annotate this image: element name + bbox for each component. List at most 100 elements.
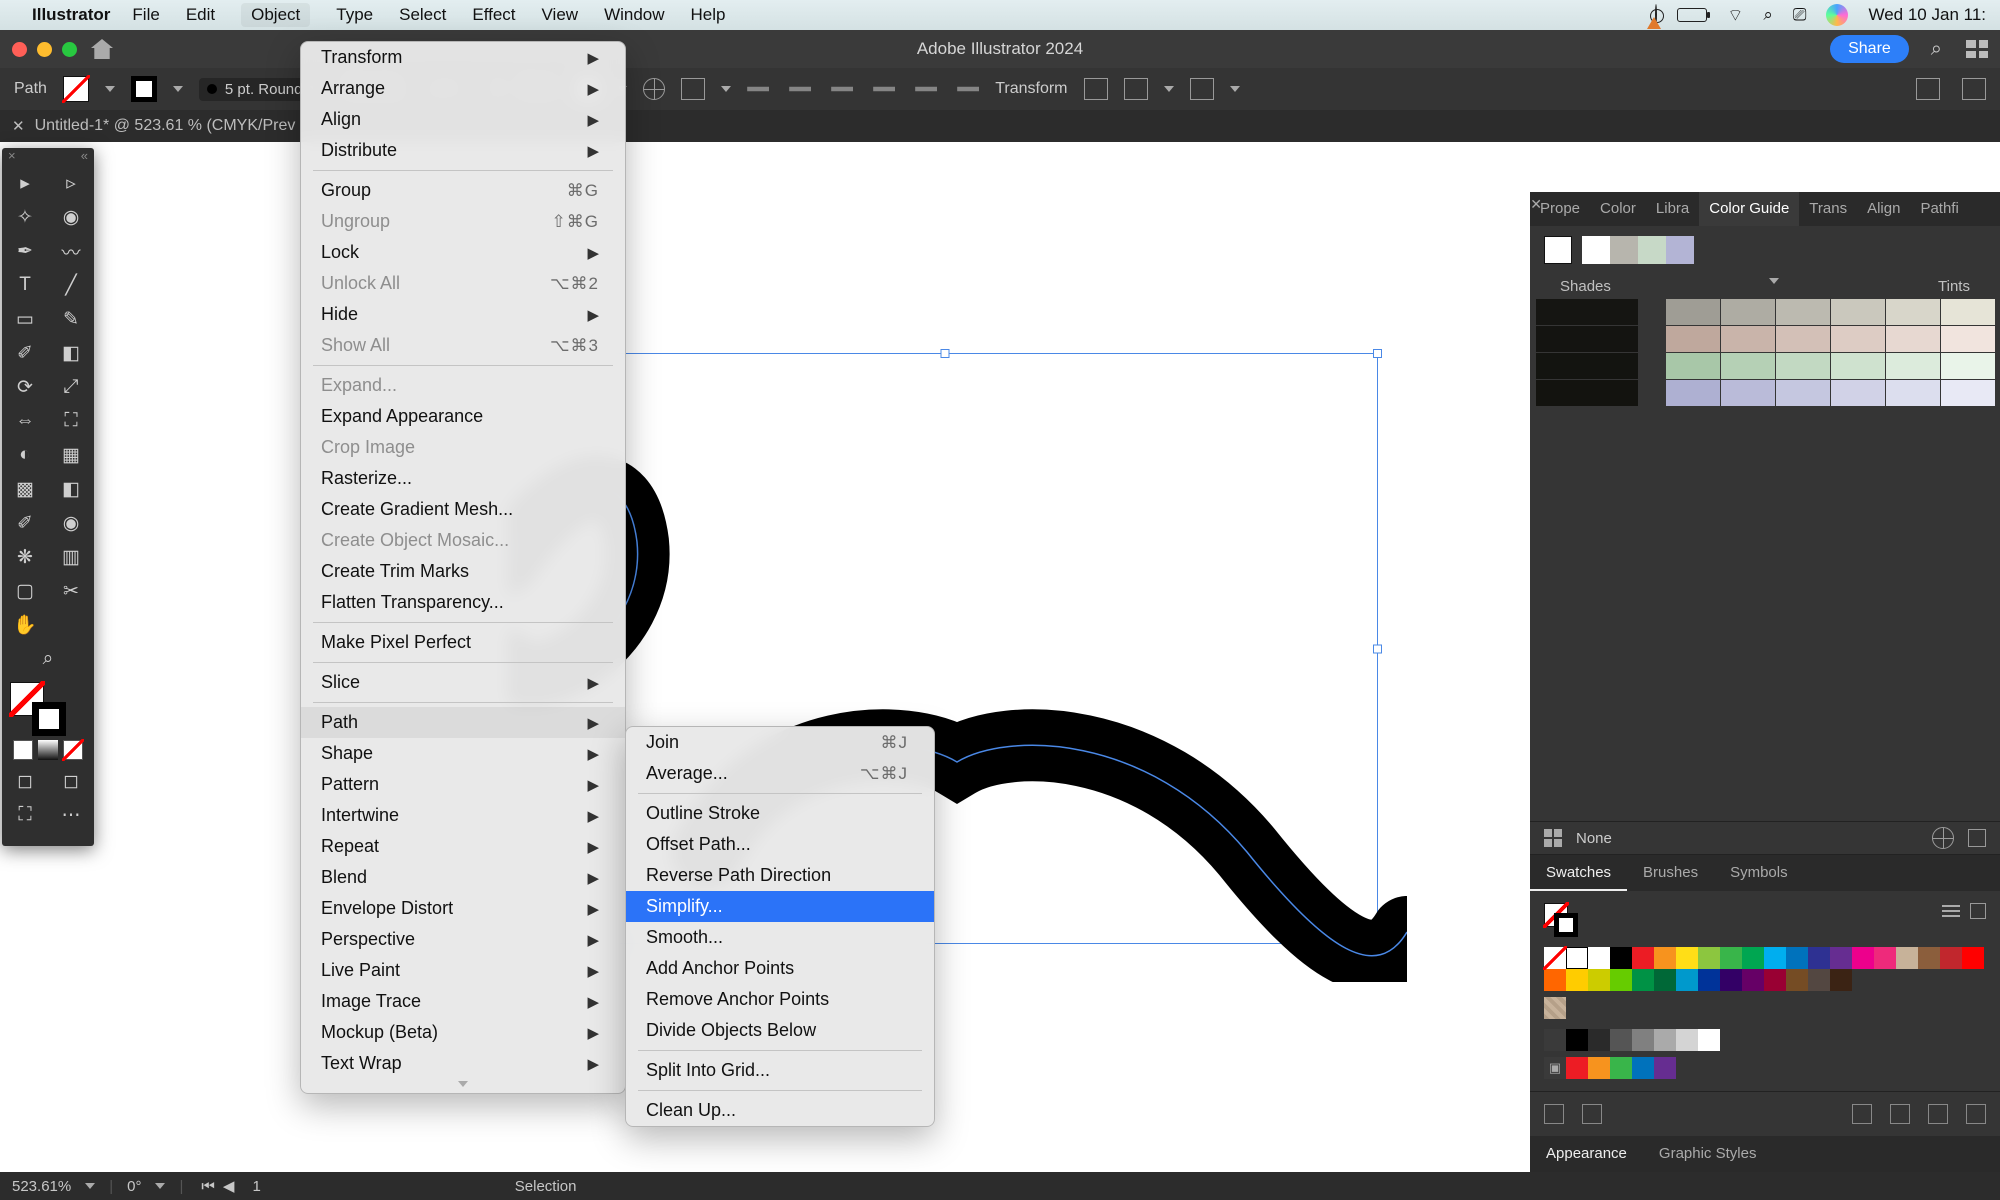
hand-tool[interactable]: ✋ [2, 608, 48, 642]
titlebar-search-icon[interactable]: ⌕ [1931, 38, 1942, 61]
menu-item[interactable]: Create Trim Marks [301, 556, 625, 587]
color-swatch[interactable] [1830, 969, 1852, 991]
panel-close-icon[interactable]: ✕ [1530, 196, 1542, 213]
color-swatch[interactable] [1632, 969, 1654, 991]
color-swatch[interactable] [1698, 969, 1720, 991]
perspective-grid-tool[interactable]: ▦ [48, 438, 94, 472]
menu-item[interactable]: Pattern▶ [301, 769, 625, 800]
tint-swatch[interactable] [1721, 380, 1775, 406]
type-tool[interactable]: T [2, 268, 48, 302]
window-close-button[interactable] [12, 42, 27, 57]
zoom-dropdown-icon[interactable] [85, 1183, 95, 1189]
menubar-file[interactable]: File [132, 5, 159, 25]
line-tool[interactable]: ╱ [48, 268, 94, 302]
harmony-swatch[interactable] [1610, 236, 1638, 264]
color-swatch[interactable] [1632, 1057, 1654, 1079]
tint-swatch[interactable] [1886, 299, 1940, 325]
harmony-swatch[interactable] [1582, 236, 1610, 264]
menu-item[interactable]: Path▶ [301, 707, 625, 738]
align-top-icon[interactable] [873, 78, 895, 100]
screen-mode-icon[interactable]: ⛶ [2, 798, 48, 832]
rotate-tool[interactable]: ⟳ [2, 370, 48, 404]
gray-swatch[interactable] [1566, 1029, 1588, 1051]
menu-item[interactable]: Create Gradient Mesh... [301, 494, 625, 525]
lasso-tool[interactable]: ◉ [48, 200, 94, 234]
tint-swatch[interactable] [1886, 326, 1940, 352]
isolate-icon[interactable] [1124, 78, 1148, 100]
menu-item[interactable]: Lock▶ [301, 237, 625, 268]
menu-item[interactable]: Slice▶ [301, 667, 625, 698]
shade-swatch[interactable] [1536, 380, 1638, 406]
new-swatch-icon[interactable] [1928, 1104, 1948, 1124]
width-tool[interactable]: ⇔ [2, 404, 48, 438]
menubar-type[interactable]: Type [336, 5, 373, 25]
menubar-effect[interactable]: Effect [472, 5, 515, 25]
menu-item[interactable]: Align▶ [301, 104, 625, 135]
submenu-item[interactable]: Join⌘J [626, 727, 934, 758]
siri-icon[interactable] [1826, 4, 1848, 26]
menu-item[interactable]: Intertwine▶ [301, 800, 625, 831]
submenu-item[interactable]: Average...⌥⌘J [626, 758, 934, 789]
essentials-icon[interactable] [1916, 78, 1940, 100]
tint-swatch[interactable] [1941, 353, 1995, 379]
fill-stroke-swatches[interactable] [2, 676, 94, 736]
paintbrush-tool[interactable]: ✎ [48, 302, 94, 336]
folder-icon[interactable] [1544, 1029, 1566, 1051]
tint-swatch[interactable] [1886, 380, 1940, 406]
color-swatch[interactable] [1676, 969, 1698, 991]
color-swatch[interactable] [1698, 947, 1720, 969]
tint-swatch[interactable] [1941, 299, 1995, 325]
submenu-item[interactable]: Outline Stroke [626, 798, 934, 829]
tint-swatch[interactable] [1831, 380, 1885, 406]
align-panel-dropdown-icon[interactable] [721, 86, 731, 92]
color-swatch[interactable] [1830, 947, 1852, 969]
document-tab-label[interactable]: Untitled-1* @ 523.61 % (CMYK/Prev [35, 117, 296, 135]
menu-item[interactable]: Hide▶ [301, 299, 625, 330]
swatch-kind-icon[interactable] [1582, 1104, 1602, 1124]
color-swatch[interactable] [1764, 969, 1786, 991]
artboard-tool[interactable]: ▢ [2, 574, 48, 608]
color-swatch[interactable] [1654, 969, 1676, 991]
spotlight-search-icon[interactable]: ⌕ [1763, 5, 1773, 25]
menu-item[interactable]: Repeat▶ [301, 831, 625, 862]
color-swatch[interactable] [1742, 969, 1764, 991]
harmony-swatch[interactable] [1666, 236, 1694, 264]
color-swatch[interactable] [1720, 947, 1742, 969]
panel-tab[interactable]: Color [1590, 192, 1646, 226]
color-swatch[interactable] [1918, 947, 1940, 969]
tint-swatch[interactable] [1666, 326, 1720, 352]
tint-swatch[interactable] [1831, 353, 1885, 379]
menu-item[interactable]: Blend▶ [301, 862, 625, 893]
color-swatch[interactable] [1654, 947, 1676, 969]
tint-swatch[interactable] [1666, 299, 1720, 325]
tint-swatch[interactable] [1721, 353, 1775, 379]
transform-panel-label[interactable]: Transform [995, 80, 1067, 98]
registration-swatch[interactable] [1566, 947, 1588, 969]
menubar-datetime[interactable]: Wed 10 Jan 11: [1868, 5, 1986, 25]
edit-toolbar-icon[interactable]: ⋯ [48, 798, 94, 832]
submenu-item[interactable]: Split Into Grid... [626, 1055, 934, 1086]
swatch-options-btn[interactable] [1852, 1104, 1872, 1124]
slice-tool[interactable]: ✂ [48, 574, 94, 608]
color-mode-icon[interactable] [13, 740, 33, 760]
gray-swatch[interactable] [1698, 1029, 1720, 1051]
draw-behind-icon[interactable]: ◻ [48, 764, 94, 798]
color-swatch[interactable] [1566, 969, 1588, 991]
menu-item[interactable]: Make Pixel Perfect [301, 627, 625, 658]
menu-item[interactable]: Flatten Transparency... [301, 587, 625, 618]
zoom-tool[interactable]: ⌕ [2, 642, 94, 676]
delete-swatch-icon[interactable] [1966, 1104, 1986, 1124]
artboard-number[interactable]: 1 [252, 1178, 260, 1195]
tint-swatch[interactable] [1941, 380, 1995, 406]
menubar-app-name[interactable]: Illustrator [32, 5, 110, 25]
color-swatch[interactable] [1764, 947, 1786, 969]
tint-swatch[interactable] [1721, 326, 1775, 352]
swatch-library-icon[interactable] [1544, 1104, 1564, 1124]
rotate-dropdown-icon[interactable] [155, 1183, 165, 1189]
palette-close-icon[interactable]: × [8, 148, 16, 166]
tint-swatch[interactable] [1721, 299, 1775, 325]
color-swatch[interactable] [1676, 947, 1698, 969]
submenu-item[interactable]: Clean Up... [626, 1095, 934, 1126]
submenu-item[interactable]: Remove Anchor Points [626, 984, 934, 1015]
close-doc-tab-icon[interactable]: ✕ [12, 117, 25, 135]
